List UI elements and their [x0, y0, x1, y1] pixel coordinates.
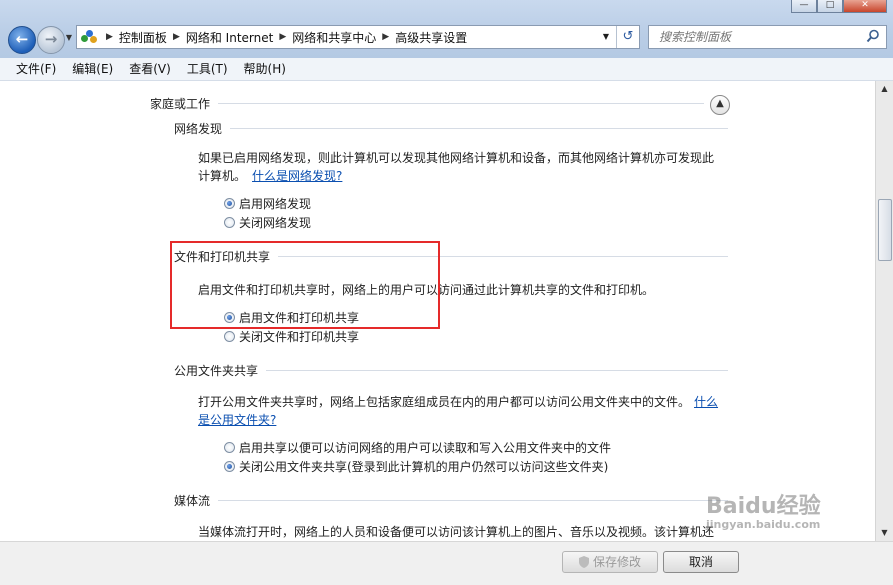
arrow-right-icon: →: [44, 30, 58, 48]
radio-public-sharing-off[interactable]: 关闭公用文件夹共享(登录到此计算机的用户仍然可以访问这些文件夹): [224, 458, 608, 475]
description-line: 计算机。 什么是网络发现?: [198, 167, 728, 185]
media-streaming-description: 当媒体流打开时，网络上的人员和设备便可以访问该计算机上的图片、音乐以及视频。该计…: [198, 525, 715, 539]
chevron-up-icon: ▲: [716, 98, 724, 109]
back-button[interactable]: ←: [8, 26, 36, 54]
settings-content: 家庭或工作 ▲ 网络发现 如果已启用网络发现，则此计算机可以发现其他网络计算机和…: [0, 81, 875, 541]
save-button-label: 保存修改: [592, 555, 641, 569]
breadcrumb-advanced-sharing[interactable]: 高级共享设置: [395, 29, 467, 46]
close-button[interactable]: ✕: [843, 0, 887, 13]
shield-icon: [578, 556, 589, 568]
radio-selected-icon[interactable]: [224, 461, 235, 472]
menu-help[interactable]: 帮助(H): [236, 58, 294, 80]
minimize-button[interactable]: —: [791, 0, 817, 13]
window-chrome: — □ ✕ ← → ▼ ▶ 控制面板 ▶ 网络和 Internet ▶ 网络和共…: [0, 0, 893, 58]
scroll-up-icon[interactable]: ▲: [876, 81, 893, 97]
divider: [218, 103, 704, 104]
menu-bar: 文件(F) 编辑(E) 查看(V) 工具(T) 帮助(H): [0, 58, 893, 81]
menu-edit[interactable]: 编辑(E): [64, 58, 121, 80]
baidu-watermark: Baidu经验 jingyan.baidu.com: [706, 488, 821, 531]
description-line: 是公用文件夹?: [198, 411, 728, 429]
scroll-down-icon[interactable]: ▼: [876, 525, 893, 541]
footer-bar: 保存修改 取消: [0, 541, 893, 585]
description-text: 打开公用文件夹共享时，网络上包括家庭组成员在内的用户都可以访问公用文件夹中的文件…: [198, 395, 691, 409]
media-streaming-title: 媒体流: [174, 494, 211, 508]
radio-network-discovery-off[interactable]: 关闭网络发现: [224, 214, 311, 231]
breadcrumb-separator-icon[interactable]: ▶: [173, 32, 180, 42]
radio-unselected-icon[interactable]: [224, 442, 235, 453]
control-panel-icon: [81, 29, 97, 45]
divider: [266, 370, 728, 371]
network-discovery-description: 如果已启用网络发现，则此计算机可以发现其他网络计算机和设备，而其他网络计算机亦可…: [198, 149, 728, 185]
description-line: 打开公用文件夹共享时，网络上包括家庭组成员在内的用户都可以访问公用文件夹中的文件…: [198, 393, 728, 411]
maximize-button[interactable]: □: [817, 0, 843, 13]
public-folder-sharing-description: 打开公用文件夹共享时，网络上包括家庭组成员在内的用户都可以访问公用文件夹中的文件…: [198, 393, 728, 429]
highlight-annotation: [170, 241, 440, 329]
scrollbar-thumb[interactable]: [878, 199, 892, 261]
recent-pages-dropdown[interactable]: ▼: [64, 33, 74, 45]
breadcrumb-separator-icon[interactable]: ▶: [279, 32, 286, 42]
menu-file[interactable]: 文件(F): [0, 58, 64, 80]
description-text: 计算机。: [198, 169, 247, 183]
description-line: 如果已启用网络发现，则此计算机可以发现其他网络计算机和设备，而其他网络计算机亦可…: [198, 151, 715, 165]
arrow-left-icon: ←: [15, 30, 29, 48]
watermark-text: Baidu经验: [706, 494, 821, 519]
menu-view[interactable]: 查看(V): [121, 58, 179, 80]
vertical-scrollbar[interactable]: ▲ ▼: [875, 81, 893, 541]
radio-label: 关闭文件和打印机共享: [239, 330, 360, 344]
radio-label: 关闭网络发现: [239, 216, 312, 230]
search-input[interactable]: [657, 27, 866, 47]
radio-label: 关闭公用文件夹共享(登录到此计算机的用户仍然可以访问这些文件夹): [239, 460, 609, 474]
breadcrumb-separator-icon[interactable]: ▶: [106, 32, 113, 42]
radio-selected-icon[interactable]: [224, 198, 235, 209]
menu-tools[interactable]: 工具(T): [179, 58, 236, 80]
public-folder-sharing-title: 公用文件夹共享: [174, 364, 259, 378]
watermark-subtext: jingyan.baidu.com: [706, 518, 821, 531]
profile-title: 家庭或工作: [150, 97, 211, 111]
radio-unselected-icon[interactable]: [224, 217, 235, 228]
collapse-profile-button[interactable]: ▲: [710, 95, 730, 115]
divider: [230, 128, 728, 129]
breadcrumb-network-internet[interactable]: 网络和 Internet: [186, 29, 273, 46]
address-bar[interactable]: ▶ 控制面板 ▶ 网络和 Internet ▶ 网络和共享中心 ▶ 高级共享设置…: [76, 25, 640, 49]
public-folder-help-link-part2[interactable]: 是公用文件夹?: [198, 413, 276, 427]
radio-public-sharing-on[interactable]: 启用共享以便可以访问网络的用户可以读取和写入公用文件夹中的文件: [224, 439, 611, 456]
breadcrumb-network-sharing-center[interactable]: 网络和共享中心: [292, 29, 376, 46]
radio-label: 启用网络发现: [239, 197, 312, 211]
radio-network-discovery-on[interactable]: 启用网络发现: [224, 195, 311, 212]
radio-label: 启用共享以便可以访问网络的用户可以读取和写入公用文件夹中的文件: [239, 441, 612, 455]
address-dropdown-icon[interactable]: ▼: [599, 26, 613, 48]
network-discovery-title: 网络发现: [174, 122, 223, 136]
breadcrumb-control-panel[interactable]: 控制面板: [119, 29, 167, 46]
cancel-button[interactable]: 取消: [663, 551, 739, 573]
radio-file-sharing-off[interactable]: 关闭文件和打印机共享: [224, 328, 359, 345]
save-changes-button[interactable]: 保存修改: [562, 551, 658, 573]
search-box[interactable]: [648, 25, 887, 49]
network-discovery-help-link[interactable]: 什么是网络发现?: [252, 169, 342, 183]
search-icon[interactable]: [866, 29, 880, 43]
window-controls: — □ ✕: [791, 0, 887, 14]
public-folder-help-link-part1[interactable]: 什么: [694, 395, 718, 409]
radio-unselected-icon[interactable]: [224, 331, 235, 342]
forward-button[interactable]: →: [37, 26, 65, 54]
breadcrumb-separator-icon[interactable]: ▶: [382, 32, 389, 42]
divider: [218, 500, 728, 501]
refresh-icon[interactable]: ↺: [616, 26, 639, 48]
